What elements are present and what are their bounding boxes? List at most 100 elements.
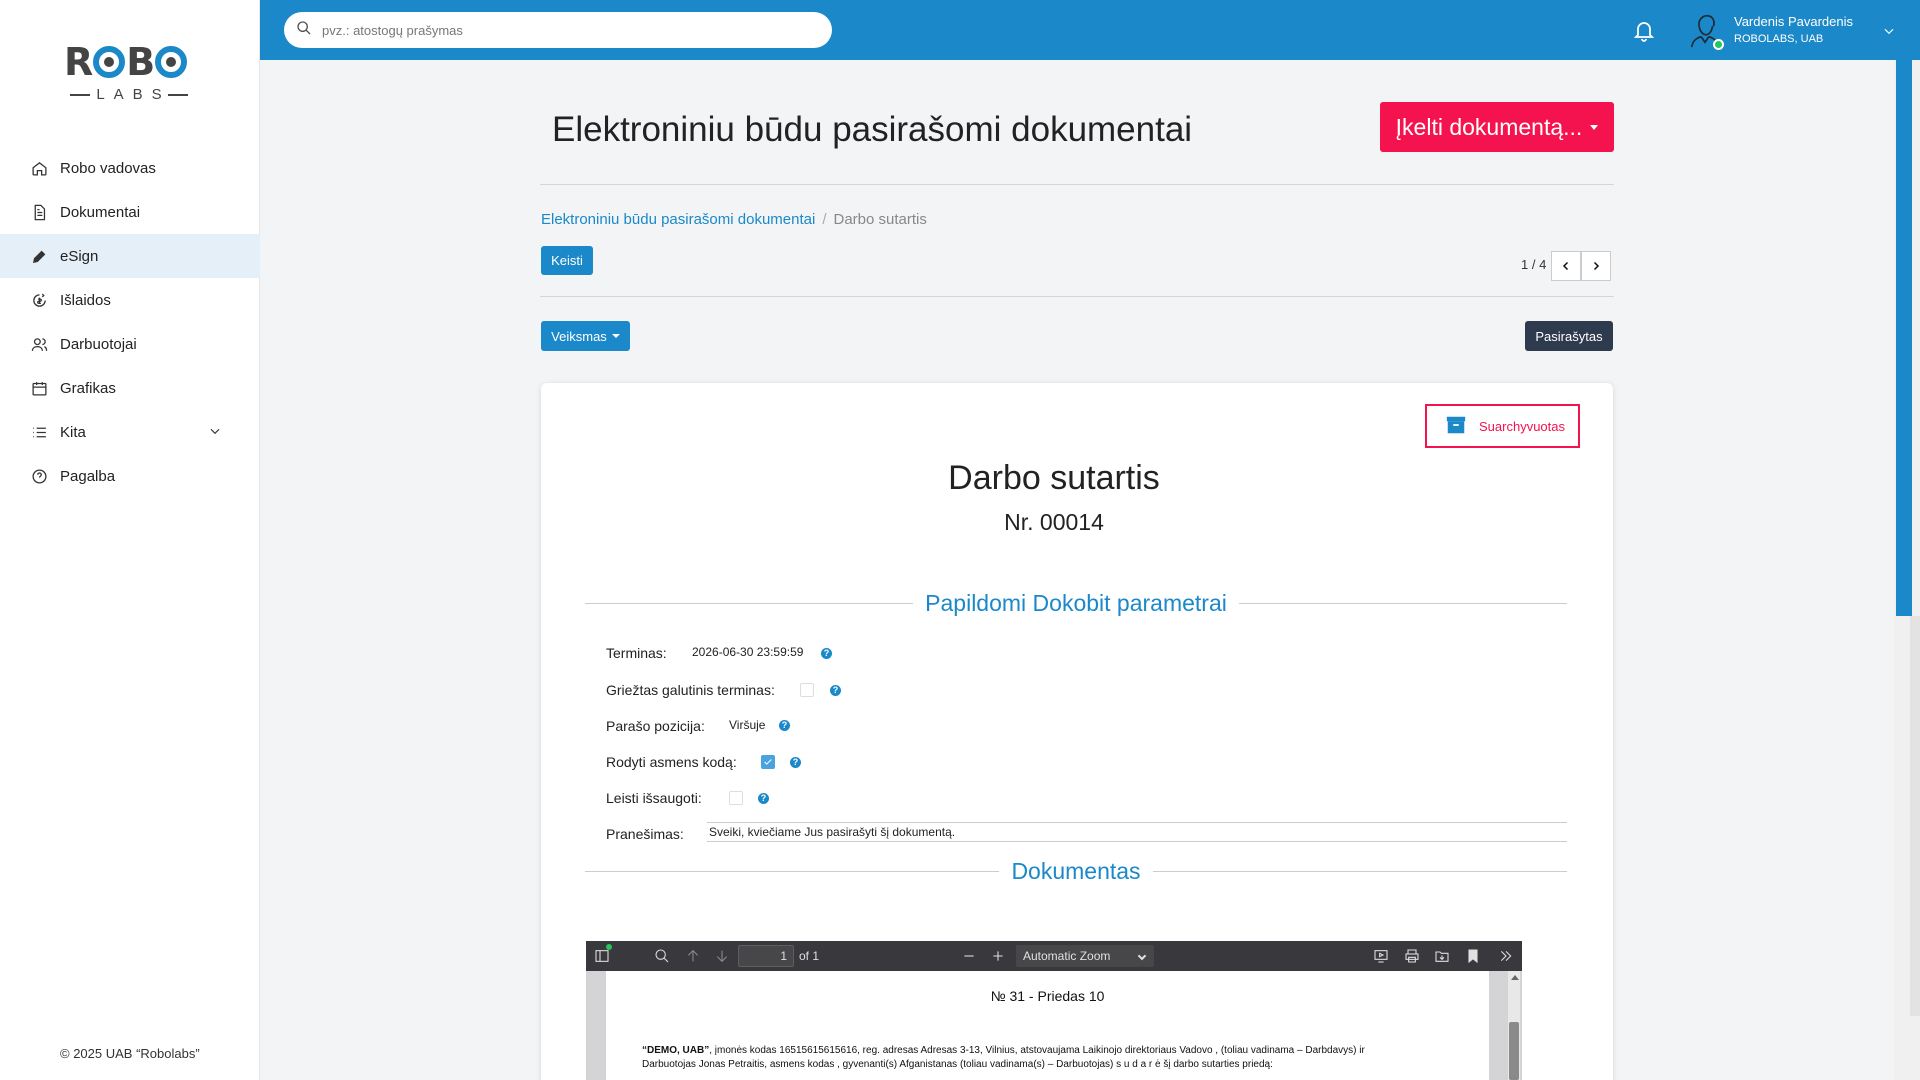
sidebar-item-label: Dokumentai xyxy=(60,203,141,221)
pdf-paragraph-line1: , įmonės kodas 16515615615616, reg. adre… xyxy=(709,1045,1365,1056)
sidebar-item-label: eSign xyxy=(60,247,99,265)
show-personal-code-label: Rodyti asmens kodą: xyxy=(606,754,737,770)
sidebar-item-pagalba[interactable]: Pagalba xyxy=(0,454,260,498)
sidebar-item-label: Darbuotojai xyxy=(60,335,137,353)
breadcrumb-link[interactable]: Elektroniniu būdu pasirašomi dokumentai xyxy=(541,211,815,228)
pdf-zoom-select[interactable]: Automatic Zoom xyxy=(1016,945,1154,967)
sidebar-item-darbuotojai[interactable]: Darbuotojai xyxy=(0,322,260,366)
list-icon xyxy=(30,423,48,441)
message-label: Pranešimas: xyxy=(606,826,684,842)
open-file-icon[interactable] xyxy=(1434,948,1450,964)
pdf-company-name: “DEMO, UAB” xyxy=(642,1045,710,1056)
sidebar: RB LABS Robo vadovas Dokumentai eSign Iš… xyxy=(0,0,260,1080)
signature-position-value: Viršuje xyxy=(729,718,766,732)
notification-dot xyxy=(606,944,612,950)
pdf-scrollbar-thumb[interactable] xyxy=(1509,1022,1519,1080)
online-status-dot xyxy=(1713,39,1724,50)
edit-button[interactable]: Keisti xyxy=(541,246,593,275)
search-input[interactable] xyxy=(322,22,802,38)
print-icon[interactable] xyxy=(1404,948,1420,964)
breadcrumb-separator: / xyxy=(822,211,827,228)
help-icon[interactable]: ? xyxy=(830,685,841,696)
deadline-label: Terminas: xyxy=(606,645,667,661)
pdf-paragraph: “DEMO, UAB”, įmonės kodas 16515615615616… xyxy=(642,1044,1462,1072)
robolabs-logo[interactable]: RB LABS xyxy=(64,42,194,106)
help-icon[interactable]: ? xyxy=(758,793,769,804)
archive-box-icon xyxy=(1445,414,1467,439)
zoom-in-icon[interactable] xyxy=(990,948,1006,964)
deadline-value: 2026-06-30 23:59:59 xyxy=(692,645,804,659)
arrow-down-icon[interactable] xyxy=(714,948,730,964)
upload-document-label: Įkelti dokumentą... xyxy=(1395,113,1583,140)
logo-subtext: LABS xyxy=(96,86,171,103)
allow-save-checkbox[interactable] xyxy=(729,791,743,805)
caret-down-icon xyxy=(1590,124,1599,130)
strict-deadline-checkbox[interactable] xyxy=(800,683,814,697)
prev-page-button[interactable] xyxy=(1551,251,1581,281)
sidebar-item-robo-vadovas[interactable]: Robo vadovas xyxy=(0,146,260,190)
sidebar-item-label: Kita xyxy=(60,423,86,441)
copyright-text: © 2025 UAB “Robolabs” xyxy=(60,1046,200,1061)
caret-down-icon xyxy=(611,334,620,338)
bell-icon[interactable] xyxy=(1632,17,1656,43)
user-company: ROBOLABS, UAB xyxy=(1734,33,1824,45)
divider xyxy=(540,184,1614,185)
sidebar-item-label: Robo vadovas xyxy=(60,159,156,177)
arrow-up-icon[interactable] xyxy=(685,948,701,964)
page-scrollbar-thumb[interactable] xyxy=(1896,60,1912,616)
chevron-right-icon xyxy=(1593,261,1600,271)
pdf-zoom-value: Automatic Zoom xyxy=(1023,949,1111,963)
zoom-out-icon[interactable] xyxy=(961,948,977,964)
allow-save-label: Leisti išsaugoti: xyxy=(606,790,702,806)
action-dropdown-button[interactable]: Veiksmas xyxy=(541,321,630,351)
help-icon[interactable]: ? xyxy=(821,648,832,659)
status-badge: Pasirašytas xyxy=(1525,321,1613,351)
divider xyxy=(540,296,1614,297)
strict-deadline-label: Griežtas galutinis terminas: xyxy=(606,682,775,698)
sidebar-item-grafikas[interactable]: Grafikas xyxy=(0,366,260,410)
sidebar-toggle-icon[interactable] xyxy=(594,948,610,964)
user-name[interactable]: Vardenis Pavardenis xyxy=(1734,14,1853,29)
sidebar-nav: Robo vadovas Dokumentai eSign Išlaidos D… xyxy=(0,146,260,498)
sidebar-item-label: Grafikas xyxy=(60,379,116,397)
search-box[interactable] xyxy=(284,12,832,48)
sidebar-item-dokumentai[interactable]: Dokumentai xyxy=(0,190,260,234)
params-section-title: Papildomi Dokobit parametrai xyxy=(925,590,1227,616)
document-number: Nr. 00014 xyxy=(1004,509,1104,535)
breadcrumb: Elektroniniu būdu pasirašomi dokumentai … xyxy=(541,211,927,228)
signature-position-label: Parašo pozicija: xyxy=(606,718,705,734)
pen-icon xyxy=(30,247,48,265)
upload-document-button[interactable]: Įkelti dokumentą... xyxy=(1380,102,1614,152)
scroll-up-arrow-icon[interactable] xyxy=(1511,975,1519,980)
sidebar-item-esign[interactable]: eSign xyxy=(0,234,260,278)
calendar-icon xyxy=(30,379,48,397)
users-icon xyxy=(30,335,48,353)
message-input[interactable] xyxy=(707,822,1567,842)
show-personal-code-checkbox[interactable] xyxy=(761,755,775,769)
sidebar-item-label: Pagalba xyxy=(60,467,116,485)
double-chevron-right-icon[interactable] xyxy=(1498,948,1514,964)
document-icon xyxy=(30,203,48,221)
help-icon[interactable]: ? xyxy=(779,720,790,731)
avatar[interactable] xyxy=(1686,10,1724,50)
search-icon[interactable] xyxy=(654,948,670,964)
sidebar-item-islaidos[interactable]: Išlaidos xyxy=(0,278,260,322)
next-page-button[interactable] xyxy=(1581,251,1611,281)
document-section-title: Dokumentas xyxy=(1011,858,1141,884)
breadcrumb-current: Darbo sutartis xyxy=(833,211,927,228)
presentation-mode-icon[interactable] xyxy=(1373,948,1389,964)
page-scrollbar-rail xyxy=(1910,616,1920,1016)
page-title: Elektroniniu būdu pasirašomi dokumentai xyxy=(552,110,1193,149)
archived-label: Suarchyvuotas xyxy=(1479,418,1565,434)
archived-button[interactable]: Suarchyvuotas xyxy=(1425,404,1580,448)
bookmark-icon[interactable] xyxy=(1465,948,1481,964)
chevron-down-icon[interactable] xyxy=(1882,24,1896,43)
pdf-page-total: of 1 xyxy=(799,949,820,963)
home-icon xyxy=(30,159,48,177)
sidebar-item-kita[interactable]: Kita xyxy=(0,410,260,454)
search-icon xyxy=(296,20,312,41)
help-icon[interactable]: ? xyxy=(790,757,801,768)
pdf-page-input[interactable] xyxy=(738,945,794,967)
document-section-header: Dokumentas xyxy=(585,858,1567,885)
chevron-down-icon[interactable] xyxy=(208,424,222,442)
